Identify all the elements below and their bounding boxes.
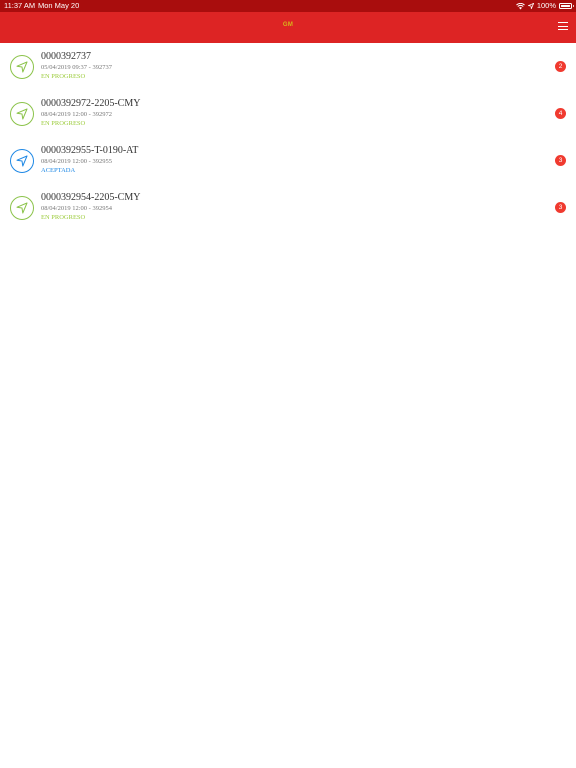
battery-icon [559, 3, 574, 9]
status-label: EN PROGRESO [41, 214, 86, 221]
navigation-arrow-icon [10, 196, 34, 220]
order-number: 0000392954-2205-CMY [41, 192, 141, 203]
navigation-arrow-icon [10, 55, 34, 79]
order-date: 08/04/2019 12:00 - 392955 [41, 158, 112, 165]
list-item[interactable]: 0000392972-2205-CMY 08/04/2019 12:00 - 3… [0, 90, 576, 137]
status-date: Mon May 20 [38, 1, 80, 10]
list-item[interactable]: 0000392954-2205-CMY 08/04/2019 12:00 - 3… [0, 184, 576, 231]
navigation-arrow-icon [10, 149, 34, 173]
order-date: 08/04/2019 12:00 - 392972 [41, 111, 112, 118]
order-date: 08/04/2019 12:00 - 392954 [41, 205, 112, 212]
list-item[interactable]: 0000392955-T-0190-AT 08/04/2019 12:00 - … [0, 137, 576, 184]
hamburger-menu-icon[interactable] [558, 22, 568, 31]
count-badge: 2 [555, 61, 566, 72]
status-label: EN PROGRESO [41, 73, 86, 80]
status-label: EN PROGRESO [41, 120, 86, 127]
order-number: 0000392972-2205-CMY [41, 98, 141, 109]
order-date: 05/04/2019 09:37 - 392737 [41, 64, 112, 71]
count-badge: 3 [555, 155, 566, 166]
status-indicators: 100% [515, 0, 574, 12]
wifi-icon [515, 2, 525, 9]
count-badge: 4 [555, 108, 566, 119]
battery-percent: 100% [536, 1, 556, 10]
status-label: ACEPTADA [41, 167, 76, 174]
status-time: 11:37 AM [4, 1, 36, 10]
location-arrow-icon [527, 3, 534, 9]
status-bar: 11:37 AM Mon May 20 100% [0, 0, 576, 12]
app-logo: GM [282, 22, 294, 28]
order-list: 0000392737 05/04/2019 09:37 - 392737 EN … [0, 43, 576, 231]
navigation-bar: GM [0, 12, 576, 43]
list-item[interactable]: 0000392737 05/04/2019 09:37 - 392737 EN … [0, 43, 576, 90]
navigation-arrow-icon [10, 102, 34, 126]
order-number: 0000392737 [41, 51, 91, 62]
count-badge: 3 [555, 202, 566, 213]
order-number: 0000392955-T-0190-AT [41, 145, 139, 156]
